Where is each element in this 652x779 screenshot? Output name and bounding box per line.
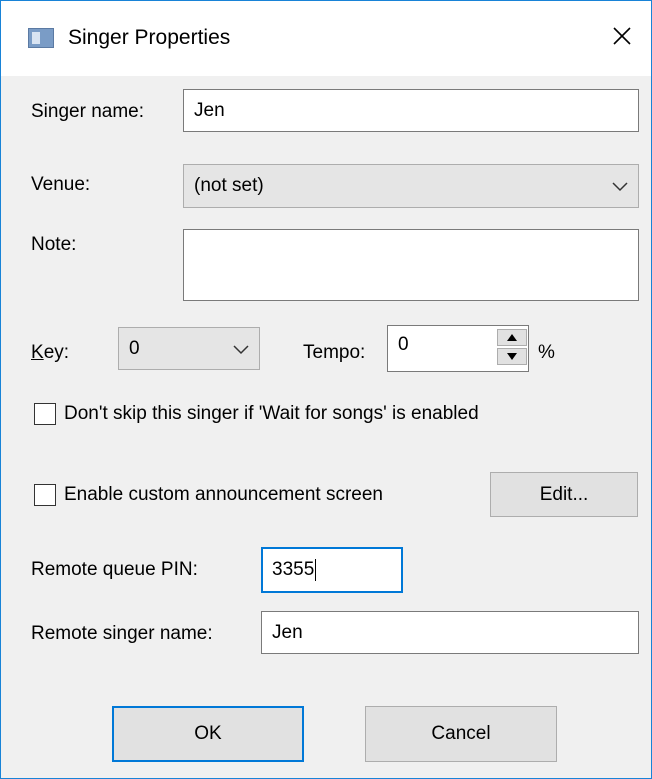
ok-button[interactable]: OK xyxy=(112,706,304,762)
close-icon xyxy=(613,27,631,45)
custom-announcement-label[interactable]: Enable custom announcement screen xyxy=(64,483,383,507)
chevron-down-icon xyxy=(233,344,249,354)
spin-down-icon xyxy=(507,353,517,360)
tempo-spin-down[interactable] xyxy=(497,348,527,365)
spin-up-icon xyxy=(507,334,517,341)
dont-skip-label[interactable]: Don't skip this singer if 'Wait for song… xyxy=(64,402,479,426)
tempo-label: Tempo: xyxy=(303,342,366,363)
venue-label: Venue: xyxy=(31,174,91,195)
custom-announcement-checkbox[interactable] xyxy=(34,484,56,506)
remote-pin-label: Remote queue PIN: xyxy=(31,559,198,580)
remote-singer-name-label: Remote singer name: xyxy=(31,623,213,644)
venue-value: (not set) xyxy=(194,175,264,196)
singer-name-value: Jen xyxy=(194,99,225,121)
tempo-spinner xyxy=(497,329,527,365)
key-value: 0 xyxy=(129,337,140,359)
remote-pin-input[interactable]: 3355 xyxy=(261,547,403,593)
app-window-icon xyxy=(28,28,54,48)
note-label: Note: xyxy=(31,234,77,255)
window-title: Singer Properties xyxy=(68,26,231,49)
tempo-value: 0 xyxy=(398,334,409,355)
tempo-spin-up[interactable] xyxy=(497,329,527,346)
key-label: Key: xyxy=(31,342,70,363)
chevron-down-icon xyxy=(612,182,628,192)
remote-pin-value: 3355 xyxy=(272,559,315,580)
tempo-unit: % xyxy=(538,342,555,363)
edit-button[interactable]: Edit... xyxy=(490,472,638,517)
singer-properties-dialog: Singer Properties Singer name: Jen Venue… xyxy=(0,0,652,779)
close-button[interactable] xyxy=(607,21,637,51)
remote-singer-name-value: Jen xyxy=(272,621,303,643)
venue-select[interactable]: (not set) xyxy=(183,164,639,208)
cancel-button[interactable]: Cancel xyxy=(365,706,557,762)
singer-name-label: Singer name: xyxy=(31,101,145,122)
note-input[interactable] xyxy=(183,229,639,301)
singer-name-input[interactable]: Jen xyxy=(183,89,639,132)
title-bar: Singer Properties xyxy=(1,1,651,76)
dont-skip-checkbox[interactable] xyxy=(34,403,56,425)
text-caret xyxy=(315,559,317,581)
remote-singer-name-input[interactable]: Jen xyxy=(261,611,639,654)
key-select[interactable]: 0 xyxy=(118,327,260,370)
